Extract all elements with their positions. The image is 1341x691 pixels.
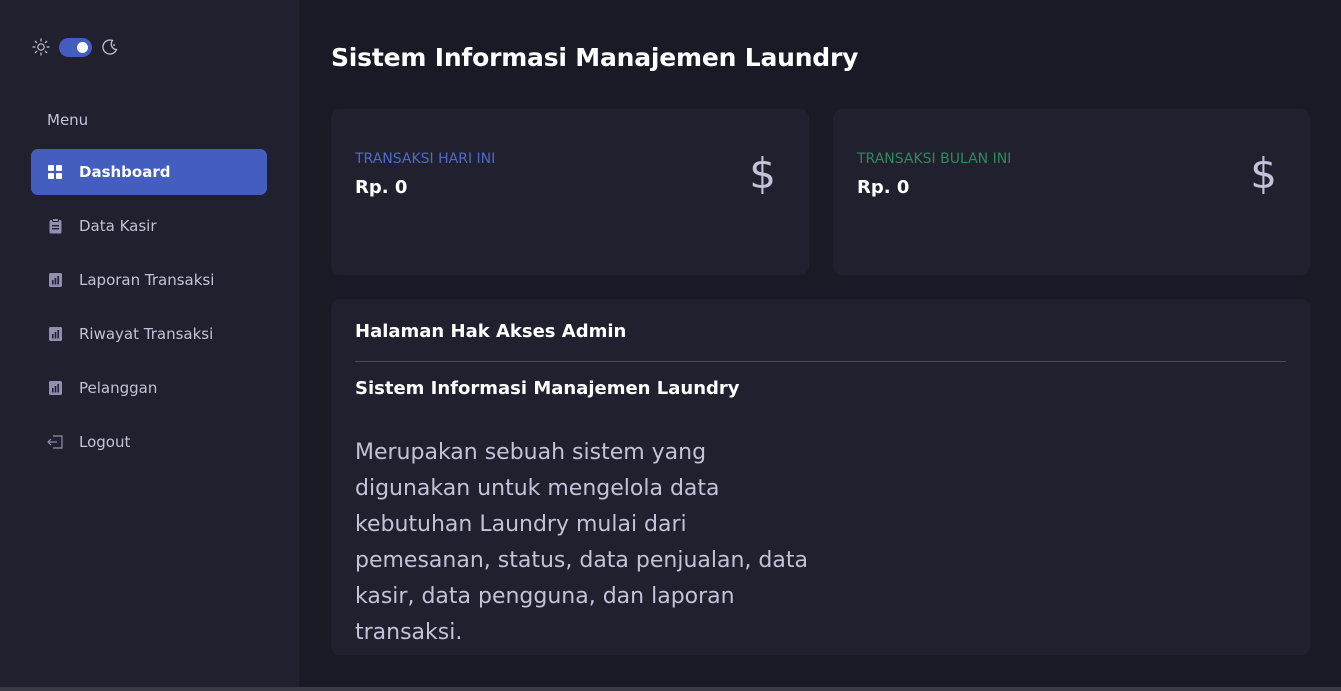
sidebar-item-label: Pelanggan — [79, 379, 158, 397]
stat-card-month: TRANSAKSI BULAN INI Rp. 0 $ — [833, 109, 1310, 275]
sidebar-item-riwayat-transaksi[interactable]: Riwayat Transaksi — [31, 311, 267, 357]
info-card-subtitle: Sistem Informasi Manajemen Laundry — [355, 378, 740, 399]
sidebar-item-label: Logout — [79, 433, 131, 451]
info-card: Halaman Hak Akses Admin Sistem Informasi… — [331, 299, 1310, 655]
sun-icon — [31, 37, 51, 57]
switch-knob — [77, 41, 88, 53]
app: Menu Dashboard Data Kasir Laporan Transa… — [0, 0, 1341, 691]
dollar-icon: $ — [1250, 149, 1277, 198]
grid-icon — [47, 164, 63, 180]
dark-mode-switch[interactable] — [59, 37, 92, 57]
moon-icon — [100, 37, 120, 57]
bar-chart-icon — [47, 326, 63, 342]
stat-card-today: TRANSAKSI HARI INI Rp. 0 $ — [331, 109, 809, 275]
logout-icon — [47, 434, 63, 450]
sidebar: Menu Dashboard Data Kasir Laporan Transa… — [0, 0, 299, 687]
sidebar-item-label: Laporan Transaksi — [79, 271, 215, 289]
bar-chart-icon — [47, 272, 63, 288]
sidebar-nav: Dashboard Data Kasir Laporan Transaksi R… — [31, 149, 267, 473]
stat-label: TRANSAKSI BULAN INI — [857, 151, 1012, 167]
divider — [355, 361, 1286, 362]
stat-value: Rp. 0 — [355, 177, 408, 198]
clipboard-icon — [47, 218, 63, 234]
theme-toggle — [31, 36, 120, 58]
sidebar-item-data-kasir[interactable]: Data Kasir — [31, 203, 267, 249]
sidebar-item-logout[interactable]: Logout — [31, 419, 267, 465]
sidebar-item-pelanggan[interactable]: Pelanggan — [31, 365, 267, 411]
info-card-header: Halaman Hak Akses Admin — [355, 321, 627, 342]
page-title: Sistem Informasi Manajemen Laundry — [331, 43, 859, 72]
sidebar-item-laporan-transaksi[interactable]: Laporan Transaksi — [31, 257, 267, 303]
stat-label: TRANSAKSI HARI INI — [355, 151, 496, 167]
info-card-description: Merupakan sebuah sistem yang digunakan u… — [355, 440, 808, 645]
bottom-scrollbar[interactable] — [0, 687, 1341, 691]
bar-chart-icon — [47, 380, 63, 396]
sidebar-item-label: Riwayat Transaksi — [79, 325, 214, 343]
main-content: Sistem Informasi Manajemen Laundry TRANS… — [299, 0, 1341, 687]
menu-title: Menu — [47, 111, 89, 129]
sidebar-item-label: Data Kasir — [79, 217, 157, 235]
sidebar-item-dashboard[interactable]: Dashboard — [31, 149, 267, 195]
dollar-icon: $ — [749, 149, 776, 198]
sidebar-item-label: Dashboard — [79, 163, 171, 181]
stat-value: Rp. 0 — [857, 177, 910, 198]
